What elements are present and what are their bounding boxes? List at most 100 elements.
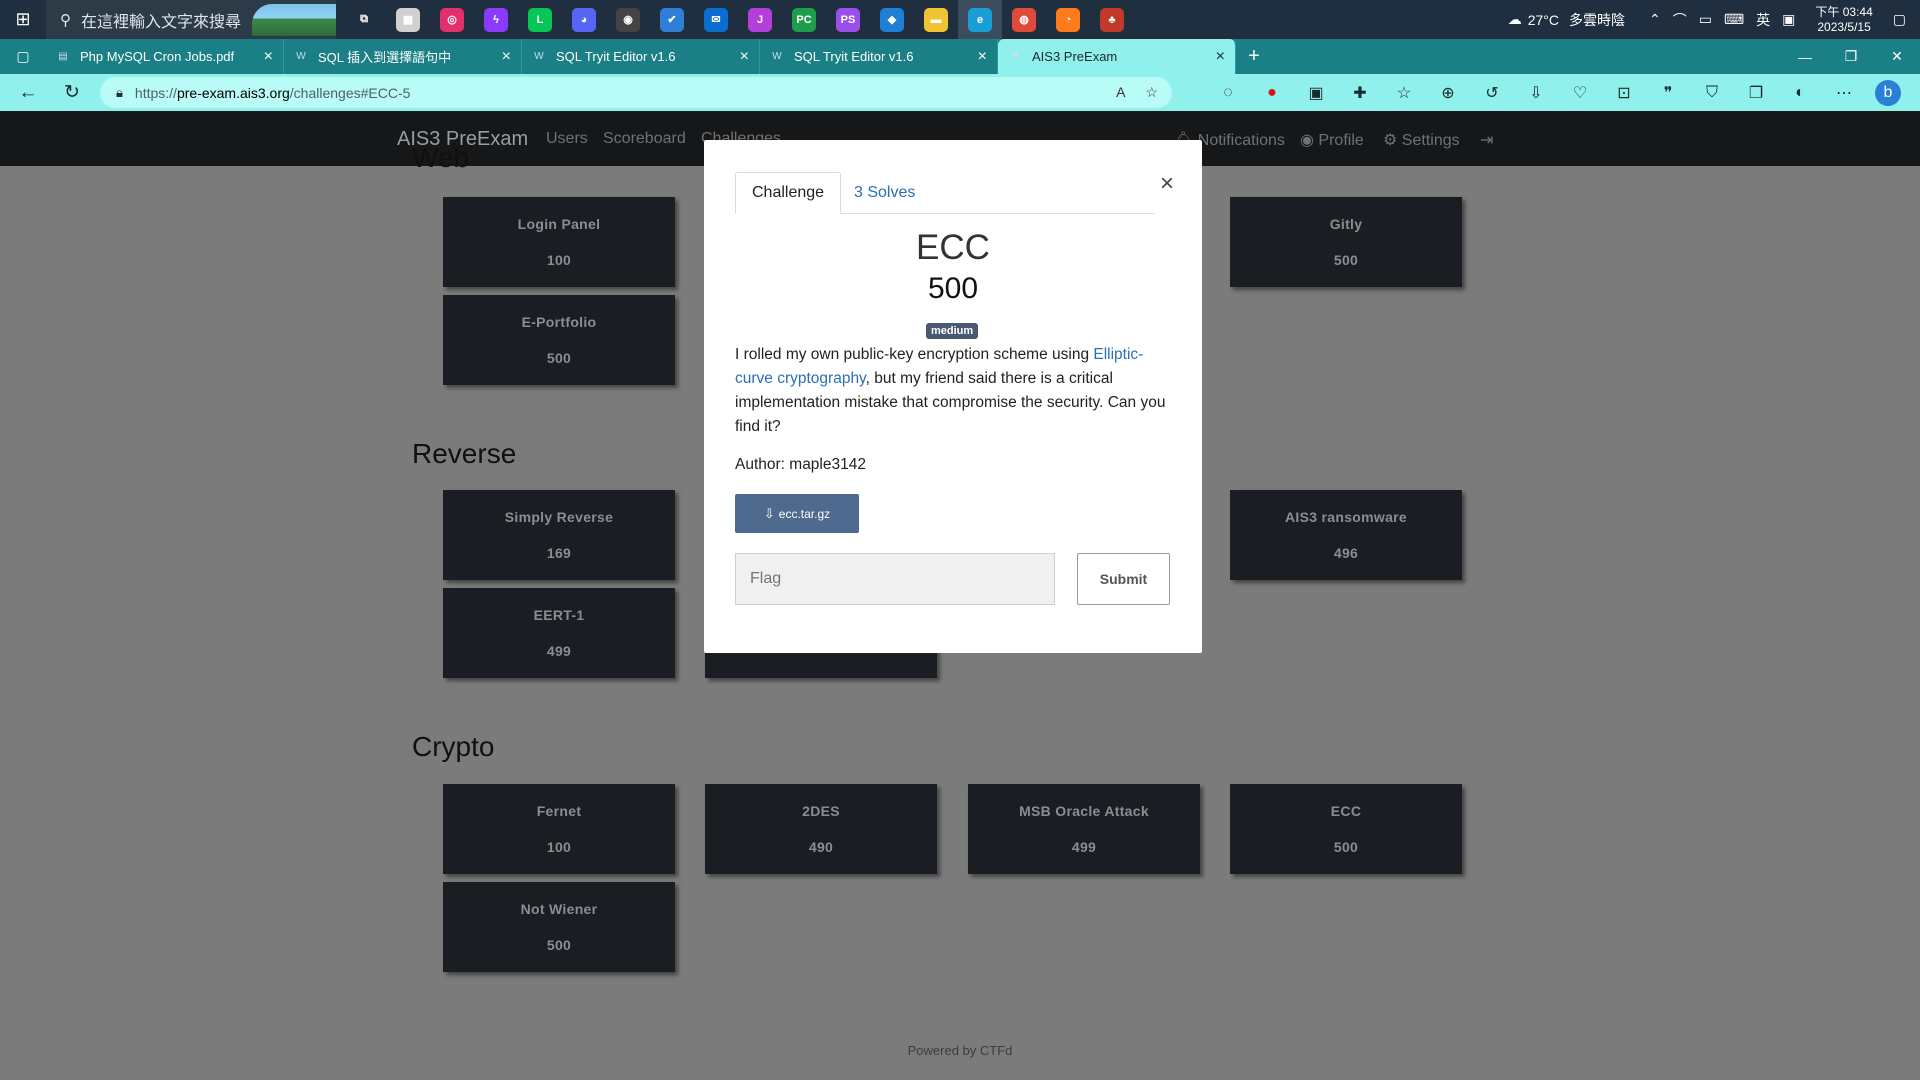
new-tab-button[interactable]: +: [1236, 39, 1272, 74]
nav-scoreboard[interactable]: Scoreboard: [603, 130, 686, 148]
weather-icon[interactable]: ☁: [1508, 11, 1522, 28]
taskbar-clock[interactable]: 下午 03:44 2023/5/15: [1815, 5, 1872, 35]
weather-temp[interactable]: 27°C: [1528, 12, 1559, 28]
add-favorite-icon[interactable]: ☆: [1145, 84, 1158, 101]
tab-actions-icon[interactable]: ▢: [0, 39, 46, 74]
flag-input[interactable]: [735, 553, 1055, 605]
ime-mode-icon[interactable]: ▣: [1782, 11, 1795, 28]
favicon-icon: W: [296, 51, 306, 62]
challenge-card[interactable]: Fernet 100: [443, 784, 675, 874]
taskbar-app-todo[interactable]: ✔: [650, 0, 694, 39]
taskbar-app-line[interactable]: L: [518, 0, 562, 39]
nav-settings[interactable]: ⚙ Settings: [1383, 130, 1460, 150]
taskbar-search-box[interactable]: ⚲ 在這裡輸入文字來搜尋: [46, 0, 336, 39]
workspaces-icon[interactable]: ❐: [1734, 83, 1778, 103]
close-tab-icon[interactable]: ×: [264, 48, 273, 66]
browser-tab[interactable]: ⚑ AIS3 PreExam ×: [998, 39, 1236, 74]
taskbar-app-instagram[interactable]: ◎: [430, 0, 474, 39]
weather-desc[interactable]: 多雲時陰: [1569, 10, 1625, 30]
more-icon[interactable]: ⋯: [1822, 83, 1866, 103]
challenge-card[interactable]: AIS3 ransomware 496: [1230, 490, 1462, 580]
screenshot-icon[interactable]: ⊡: [1602, 83, 1646, 103]
tab-solves[interactable]: 3 Solves: [838, 172, 931, 214]
extension-icon[interactable]: ◌: [1206, 84, 1250, 102]
close-tab-icon[interactable]: ×: [978, 48, 987, 66]
network-icon[interactable]: ⌒: [1673, 10, 1687, 30]
challenge-card[interactable]: MSB Oracle Attack 499: [968, 784, 1200, 874]
nav-users[interactable]: Users: [546, 130, 588, 148]
taskbar-app-jetbrains[interactable]: J: [738, 0, 782, 39]
challenge-card[interactable]: 2DES 490: [705, 784, 937, 874]
quote-icon[interactable]: ❞: [1646, 83, 1690, 103]
battery-icon[interactable]: ▭: [1699, 11, 1712, 28]
taskbar-app-obs[interactable]: ◉: [606, 0, 650, 39]
favorites-icon[interactable]: ☆: [1382, 83, 1426, 103]
close-tab-icon[interactable]: ×: [740, 48, 749, 66]
taskbar-app-firefox[interactable]: ◔: [1046, 0, 1090, 39]
modal-close-button[interactable]: ×: [1160, 170, 1174, 198]
taskbar-app-messenger[interactable]: ϟ: [474, 0, 518, 39]
nav-profile[interactable]: ◉ Profile: [1300, 130, 1364, 150]
download-file-button[interactable]: ⇩ ecc.tar.gz: [735, 494, 859, 533]
browser-tab[interactable]: W SQL 插入到選擇語句中 ×: [284, 39, 522, 74]
notification-center-icon[interactable]: ▢: [1893, 11, 1906, 28]
logout-icon[interactable]: ⇥: [1480, 130, 1493, 150]
taskbar-app-edge[interactable]: e: [958, 0, 1002, 39]
adblock-icon[interactable]: ●: [1250, 84, 1294, 102]
jetbrains-icon: J: [748, 7, 772, 32]
submit-button[interactable]: Submit: [1077, 553, 1170, 605]
browser-tab[interactable]: W SQL Tryit Editor v1.6 ×: [760, 39, 998, 74]
keyboard-icon[interactable]: ⌨: [1724, 11, 1744, 28]
challenge-points: 500: [1333, 839, 1359, 855]
performance-icon[interactable]: ♡: [1558, 83, 1602, 103]
taskbar-app-mail[interactable]: ✉: [694, 0, 738, 39]
chevron-up-icon[interactable]: ⌃: [1649, 11, 1661, 28]
challenge-card[interactable]: E-Portfolio 500: [443, 295, 675, 385]
taskbar-app-chrome[interactable]: ◍: [1002, 0, 1046, 39]
challenge-card[interactable]: Simply Reverse 169: [443, 490, 675, 580]
taskbar-app-pycharm[interactable]: PC: [782, 0, 826, 39]
refresh-button[interactable]: ↻: [50, 74, 94, 111]
browser-tab[interactable]: W SQL Tryit Editor v1.6 ×: [522, 39, 760, 74]
bing-icon[interactable]: b: [1875, 79, 1901, 106]
obs-icon: ◉: [616, 7, 640, 32]
close-tab-icon[interactable]: ×: [502, 48, 511, 66]
downloads-icon[interactable]: ⇩: [1514, 83, 1558, 103]
taskbar-app-file[interactable]: ▦: [386, 0, 430, 39]
profile-avatar[interactable]: ◐: [1778, 84, 1822, 102]
lock-icon[interactable]: 🔒︎: [116, 85, 123, 101]
challenge-card[interactable]: Not Wiener 500: [443, 882, 675, 972]
taskbar-app-discord[interactable]: ◕: [562, 0, 606, 39]
restore-button[interactable]: ❐: [1828, 39, 1874, 74]
collections-icon[interactable]: ⊕: [1426, 83, 1470, 103]
taskbar-app-task-view[interactable]: ⧉: [342, 0, 386, 39]
tab-challenge[interactable]: Challenge: [735, 172, 842, 214]
powered-by-footer[interactable]: Powered by CTFd: [0, 1043, 1920, 1058]
chat-extension-icon[interactable]: ▣: [1294, 83, 1338, 103]
ime-indicator[interactable]: 英: [1756, 10, 1770, 30]
taskbar-app-vscode[interactable]: ◆: [870, 0, 914, 39]
address-bar[interactable]: 🔒︎ https://pre-exam.ais3.org/challenges#…: [100, 77, 1172, 108]
challenge-card[interactable]: Login Panel 100: [443, 197, 675, 287]
shield-icon[interactable]: ⛉: [1690, 84, 1734, 102]
read-aloud-icon[interactable]: A: [1116, 84, 1125, 101]
close-tab-icon[interactable]: ×: [1216, 48, 1225, 66]
puzzle-icon[interactable]: ✚: [1338, 83, 1382, 103]
browser-tab[interactable]: ▤ Php MySQL Cron Jobs.pdf ×: [46, 39, 284, 74]
browser-tabs: ▤ Php MySQL Cron Jobs.pdf × W SQL 插入到選擇語句中 × W…: [46, 39, 1236, 74]
tab-title: Php MySQL Cron Jobs.pdf: [80, 49, 235, 64]
challenge-card[interactable]: EERT-1 499: [443, 588, 675, 678]
taskbar-app-game[interactable]: ♣: [1090, 0, 1134, 39]
taskbar-app-phpstorm[interactable]: PS: [826, 0, 870, 39]
close-window-button[interactable]: ✕: [1874, 39, 1920, 74]
extensions-toolbar: ◌ ● ▣ ✚ ☆ ⊕ ↺ ⇩ ♡ ⊡ ❞ ⛉ ❐ ◐ ⋯ b: [1206, 74, 1910, 111]
minimize-button[interactable]: —: [1782, 39, 1828, 74]
challenge-name: 2DES: [802, 803, 840, 819]
windows-start-button[interactable]: ⊞: [0, 0, 46, 39]
tab-title: SQL 插入到選擇語句中: [318, 50, 452, 65]
taskbar-app-explorer[interactable]: ▬: [914, 0, 958, 39]
back-button[interactable]: ←: [6, 74, 50, 111]
history-icon[interactable]: ↺: [1470, 83, 1514, 103]
challenge-card[interactable]: ECC 500: [1230, 784, 1462, 874]
challenge-card[interactable]: Gitly 500: [1230, 197, 1462, 287]
